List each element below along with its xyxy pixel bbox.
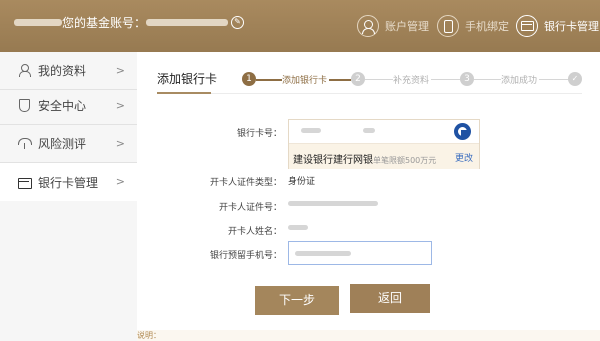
chevron-right-icon: > — [115, 99, 125, 112]
note-label: 说明： — [137, 331, 161, 340]
chevron-right-icon: > — [115, 137, 125, 150]
nav-bank-card-management[interactable]: 银行卡管理 — [516, 13, 599, 39]
masked-card-number — [301, 128, 321, 133]
masked-user-name — [14, 19, 62, 26]
reserved-phone-input[interactable] — [288, 241, 432, 265]
top-header: 您的基金账号： ✎ 账户管理 手机绑定 银行卡管理 — [0, 0, 600, 52]
sidebar-item-profile[interactable]: 我的资料 > — [0, 52, 137, 90]
masked-phone-number — [295, 251, 351, 256]
card-number-label: 银行卡号： — [236, 129, 282, 139]
reserved-phone-label: 银行预留手机号： — [209, 251, 282, 261]
sidebar: 我的资料 > 安全中心 > 风险测评 > 银行卡管理 > — [0, 52, 137, 341]
account-edit-icon[interactable]: ✎ — [231, 16, 245, 29]
back-button[interactable]: 返回 — [350, 284, 430, 313]
bank-card-selector: 建设银行建行网银单笔限额500万元 更改 — [288, 119, 480, 169]
nav-account-management-label: 账户管理 — [385, 20, 429, 33]
step-connector — [539, 79, 568, 80]
step-1-label: 添加银行卡 — [282, 76, 328, 86]
umbrella-icon — [18, 137, 32, 150]
step-3-circle: 3 — [460, 72, 474, 86]
change-bank-link[interactable]: 更改 — [455, 151, 473, 164]
sidebar-item-bank-card[interactable]: 银行卡管理 > — [0, 163, 137, 201]
id-number-label: 开卡人证件号： — [218, 203, 282, 213]
card-number-field[interactable] — [289, 120, 479, 144]
nav-phone-binding[interactable]: 手机绑定 — [437, 13, 509, 39]
id-type-value: 身份证 — [288, 177, 316, 187]
cardholder-name-label: 开卡人姓名： — [227, 227, 282, 237]
main-content: 添加银行卡 1 添加银行卡 2 补充资料 3 添加成功 ✓ 银行卡号： 开卡人证… — [137, 52, 600, 341]
next-step-button[interactable]: 下一步 — [255, 286, 339, 315]
step-connector — [474, 79, 501, 80]
nav-account-management[interactable]: 账户管理 — [357, 13, 429, 39]
step-connector — [329, 79, 351, 81]
masked-account-number — [146, 19, 229, 26]
sidebar-item-label: 我的资料 — [38, 64, 87, 78]
sidebar-item-security[interactable]: 安全中心 > — [0, 87, 137, 125]
bank-name: 建设银行建行网银 — [293, 155, 373, 166]
note-strip — [137, 330, 600, 341]
step-connector — [365, 79, 393, 80]
person-icon — [18, 64, 31, 77]
masked-id-number — [288, 201, 378, 206]
step-3-label: 添加成功 — [501, 76, 538, 86]
chevron-right-icon: > — [115, 175, 125, 188]
nav-bank-card-management-label: 银行卡管理 — [544, 20, 599, 33]
step-2-label: 补充资料 — [393, 76, 430, 86]
account-info: 您的基金账号： ✎ — [14, 14, 245, 31]
ccb-bank-logo-icon — [454, 123, 471, 140]
sidebar-item-label: 银行卡管理 — [38, 175, 99, 190]
phone-icon — [437, 15, 459, 37]
step-connector — [431, 79, 460, 80]
chevron-right-icon: > — [115, 64, 125, 77]
account-label: 您的基金账号： — [62, 16, 147, 30]
bank-card-icon — [18, 176, 32, 189]
nav-phone-binding-label: 手机绑定 — [465, 20, 509, 33]
step-2-circle: 2 — [351, 72, 365, 86]
sidebar-item-label: 风险测评 — [38, 137, 87, 151]
bank-limit: 单笔限额500万元 — [373, 156, 437, 165]
masked-card-number — [363, 128, 375, 133]
id-type-label: 开卡人证件类型： — [209, 178, 282, 188]
bank-name-wrap: 建设银行建行网银单笔限额500万元 — [293, 151, 436, 166]
masked-cardholder-name — [288, 225, 308, 230]
shield-icon — [18, 99, 31, 112]
bank-info-row: 建设银行建行网银单笔限额500万元 更改 — [289, 144, 479, 169]
step-complete-check-icon: ✓ — [568, 72, 582, 86]
user-icon — [357, 15, 379, 37]
bank-card-icon — [516, 15, 538, 37]
sidebar-item-label: 安全中心 — [38, 99, 87, 113]
sidebar-item-risk-assessment[interactable]: 风险测评 > — [0, 125, 137, 163]
